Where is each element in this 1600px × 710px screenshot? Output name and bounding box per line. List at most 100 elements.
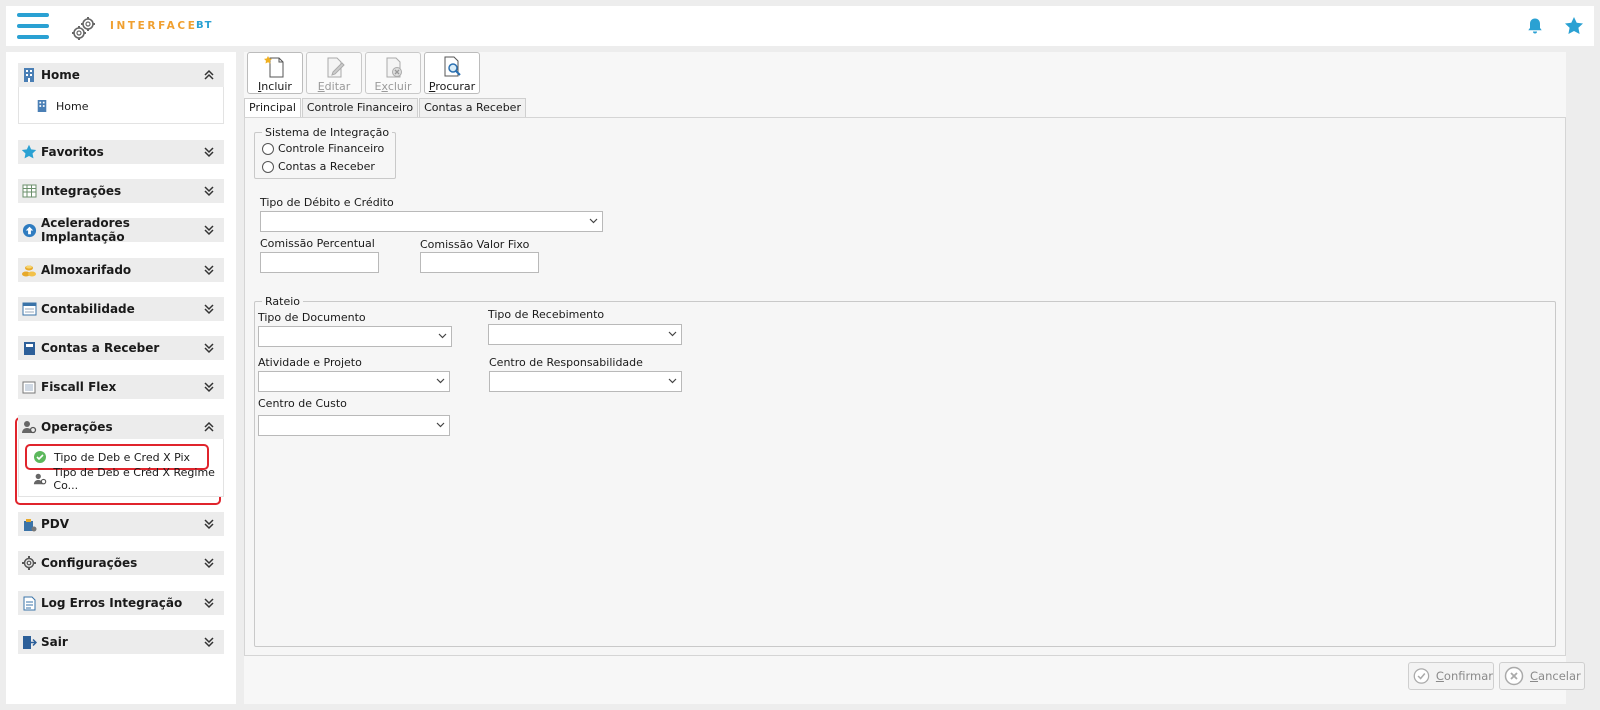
sidebar-section-label: Contas a Receber (41, 341, 160, 355)
cancel-button[interactable]: Cancelar (1499, 662, 1585, 690)
sidebar-item-label: Tipo de Deb e Créd X Regime Co... (53, 466, 215, 492)
sidebar-section-contabilidade[interactable]: Contabilidade (18, 297, 224, 321)
sidebar-section-favoritos[interactable]: Favoritos (18, 140, 224, 164)
chevron-down-icon (436, 378, 445, 384)
sidebar-section-label: Aceleradores Implantação (41, 216, 130, 244)
chevron-down-icon[interactable] (202, 184, 216, 198)
radio-circle[interactable] (262, 142, 274, 155)
sidebar-section-label: PDV (41, 517, 70, 531)
book-icon (20, 339, 38, 357)
sidebar-section-label: Home (41, 68, 80, 82)
receipt-type-label: Tipo de Recebimento (488, 308, 605, 321)
chevron-down-icon[interactable] (202, 517, 216, 531)
shop-icon (20, 515, 38, 533)
commission-percent-input[interactable] (260, 252, 379, 273)
rateio-group (254, 301, 1556, 647)
confirm-label: onfirmar (1443, 669, 1493, 683)
sidebar-section-label: Sair (41, 635, 68, 649)
incluir-button[interactable]: Incluir (247, 52, 303, 94)
logo-text: INTERFACE (110, 20, 198, 32)
debit-credit-type-label: Tipo de Débito e Crédito (260, 196, 394, 209)
cost-center-select[interactable] (258, 415, 450, 436)
chevron-down-icon[interactable] (202, 596, 216, 610)
sidebar-section-aceleradores[interactable]: Aceleradores Implantação (18, 216, 224, 244)
radio-contas-receber[interactable]: Contas a Receber (262, 160, 375, 173)
search-document-icon (444, 56, 461, 77)
chevron-down-icon[interactable] (202, 635, 216, 649)
document-type-select[interactable] (258, 326, 452, 347)
sidebar-section-integracoes[interactable]: Integrações (18, 179, 224, 203)
radio-circle[interactable] (262, 160, 274, 173)
bell-icon[interactable] (1526, 17, 1544, 35)
upload-icon (20, 221, 38, 239)
tab-principal[interactable]: Principal (244, 98, 301, 119)
sidebar-item-tipo-deb-cred-pix[interactable]: Tipo de Deb e Cred X Pix (32, 447, 190, 467)
tab-bar: Principal Controle Financeiro Contas a R… (244, 98, 527, 119)
commission-fixed-input[interactable] (420, 252, 539, 273)
confirm-button[interactable]: Confirmar (1408, 662, 1494, 690)
document-type-label: Tipo de Documento (258, 311, 366, 324)
editar-accesskey: E (317, 80, 325, 93)
sidebar-section-contas-receber[interactable]: Contas a Receber (18, 336, 224, 360)
chevron-down-icon[interactable] (202, 380, 216, 394)
sidebar-section-label: Fiscall Flex (41, 380, 117, 394)
user-gear-icon (20, 418, 38, 436)
sidebar-section-label: Configurações (41, 556, 138, 570)
form-panel: Sistema de Integração Controle Financeir… (244, 117, 1566, 656)
star-icon (20, 143, 38, 161)
cancel-label: ancelar (1538, 669, 1581, 683)
chevron-down-icon[interactable] (202, 263, 216, 277)
chevron-up-icon[interactable] (202, 420, 216, 434)
coins-icon (20, 261, 38, 279)
excluir-button[interactable]: Excluir (365, 52, 421, 94)
tab-contas-receber[interactable]: Contas a Receber (419, 98, 526, 118)
responsibility-center-label: Centro de Responsabilidade (489, 356, 643, 369)
sidebar-section-home[interactable]: Home (18, 63, 224, 87)
radio-controle-financeiro[interactable]: Controle Financeiro (262, 142, 384, 155)
procurar-button[interactable]: Procurar (424, 52, 480, 94)
table-icon (20, 182, 38, 200)
editar-button[interactable]: Editar (306, 52, 362, 94)
chevron-down-icon[interactable] (202, 145, 216, 159)
star-icon[interactable] (1564, 16, 1584, 36)
tab-controle-financeiro[interactable]: Controle Financeiro (301, 98, 419, 118)
document-icon (20, 594, 38, 612)
debit-credit-type-select[interactable] (260, 211, 603, 232)
cost-center-label: Centro de Custo (258, 397, 347, 410)
responsibility-center-select[interactable] (489, 371, 682, 392)
sidebar-section-operacoes[interactable]: Operações (18, 415, 224, 439)
chevron-down-icon[interactable] (202, 223, 216, 237)
chevron-down-icon[interactable] (202, 302, 216, 316)
chevron-down-icon (436, 422, 445, 428)
integration-group-legend: Sistema de Integração (262, 126, 393, 139)
sidebar-section-almoxarifado[interactable]: Almoxarifado (18, 258, 224, 282)
hamburger-icon[interactable] (17, 13, 49, 39)
sidebar-item-label: Home (56, 99, 89, 113)
confirm-accesskey: C (1435, 669, 1444, 683)
sidebar-section-log-erros[interactable]: Log Erros Integração (18, 591, 224, 615)
chevron-down-icon[interactable] (202, 341, 216, 355)
sidebar-section-pdv[interactable]: PDV (18, 512, 224, 536)
activity-project-select[interactable] (258, 371, 450, 392)
commission-percent-label: Comissão Percentual (260, 237, 375, 250)
cancel-circle-icon (1504, 666, 1524, 686)
sidebar-section-fiscall-flex[interactable]: Fiscall Flex (18, 375, 224, 399)
sidebar-item-tipo-deb-cred-regime[interactable]: Tipo de Deb e Créd X Regime Co... (32, 466, 236, 492)
chevron-down-icon[interactable] (202, 556, 216, 570)
receipt-type-select[interactable] (488, 324, 682, 345)
sidebar-item-label: Tipo de Deb e Cred X Pix (54, 450, 191, 464)
incluir-label: ncluir (261, 80, 292, 93)
editar-label: ditar (324, 80, 351, 93)
exit-icon (20, 633, 38, 651)
top-header: INTERFACE BT (6, 6, 1594, 46)
chevron-down-icon (668, 378, 677, 384)
sidebar-section-label: Contabilidade (41, 302, 135, 316)
chevron-down-icon (438, 333, 447, 339)
sidebar-section-sair[interactable]: Sair (18, 630, 224, 654)
activity-project-label: Atividade e Projeto (258, 356, 362, 369)
chevron-down-icon (589, 218, 598, 224)
sidebar-section-configuracoes[interactable]: Configurações (18, 551, 224, 575)
chevron-up-icon[interactable] (202, 68, 216, 82)
sidebar-section-label: Log Erros Integração (41, 596, 183, 610)
sidebar-item-home[interactable]: Home (34, 96, 88, 116)
